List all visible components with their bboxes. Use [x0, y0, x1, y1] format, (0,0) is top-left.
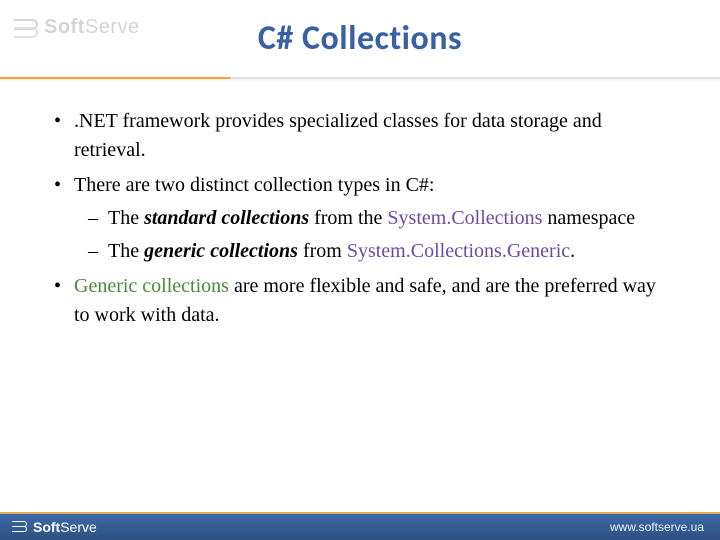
- bullet-item: Generic collections are more flexible an…: [40, 272, 672, 330]
- footer-url: www.softserve.ua: [610, 520, 704, 534]
- brand-logo-footer: SoftServe: [12, 519, 97, 535]
- bullet-item: There are two distinct collection types …: [40, 171, 672, 266]
- sub-bullet-item: The standard collections from the System…: [74, 204, 672, 233]
- sub-bullet-item: The generic collections from System.Coll…: [74, 237, 672, 266]
- bullet-item: .NET framework provides specialized clas…: [40, 107, 672, 165]
- header-divider: [0, 77, 720, 79]
- brand-logo-top: SoftServe: [14, 16, 140, 39]
- slide-body: .NET framework provides specialized clas…: [0, 79, 720, 330]
- slide-footer: SoftServe www.softserve.ua: [0, 512, 720, 540]
- brand-mark-icon: [14, 19, 38, 37]
- brand-wordmark: SoftServe: [44, 16, 140, 39]
- slide-header: SoftServe C# Collections: [0, 0, 720, 79]
- brand-mark-footer-icon: [12, 521, 28, 533]
